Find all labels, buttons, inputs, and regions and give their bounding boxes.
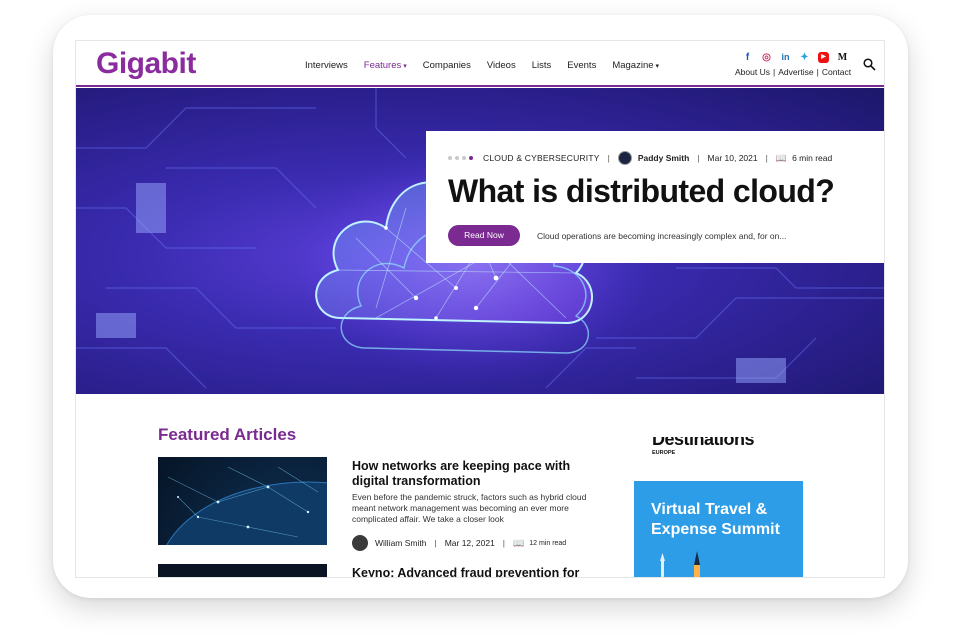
meta-separator: | [765, 153, 768, 163]
meta-separator: | [697, 153, 700, 163]
nav-features[interactable]: Features ▾ [364, 60, 407, 71]
twitter-icon[interactable]: ✦ [799, 52, 810, 63]
gigabit-logo[interactable]: Gigabit [96, 47, 196, 81]
hero-banner[interactable]: CLOUD & CYBERSECURITY | Paddy Smith | Ma… [76, 88, 884, 394]
category-label[interactable]: CLOUD & CYBERSECURITY [483, 153, 600, 163]
publish-date: Mar 12, 2021 [444, 538, 495, 548]
site-header: Gigabit Interviews Features ▾ Companies V… [76, 41, 884, 87]
advertise-link[interactable]: Advertise [778, 67, 813, 77]
featured-articles-heading: Featured Articles [158, 425, 297, 444]
nav-videos[interactable]: Videos [487, 60, 516, 71]
carousel-dots[interactable] [448, 156, 473, 160]
author-avatar [352, 535, 368, 551]
summit-ad-banner[interactable]: Virtual Travel & Expense Summit [634, 481, 803, 577]
article-description: Even before the pandemic struck, factors… [352, 492, 587, 524]
medium-icon[interactable]: M [837, 52, 848, 63]
about-us-link[interactable]: About Us [735, 67, 770, 77]
skyline-graphic [660, 551, 700, 577]
hero-title[interactable]: What is distributed cloud? [448, 173, 835, 210]
nav-magazine[interactable]: Magazine ▾ [612, 60, 659, 71]
utility-links: About Us | Advertise | Contact [735, 67, 852, 77]
caret-down-icon: ▾ [403, 63, 407, 70]
read-time: 6 min read [792, 153, 833, 163]
article-meta: William Smith | Mar 12, 2021 | 📖 12 min … [352, 535, 566, 551]
author-avatar [617, 151, 632, 165]
hero-excerpt: Cloud operations are becoming increasing… [537, 231, 787, 241]
ad-brand: Destinations [652, 437, 755, 449]
instagram-icon[interactable]: ◎ [761, 52, 772, 63]
contact-link[interactable]: Contact [822, 67, 851, 77]
author-name[interactable]: William Smith [375, 538, 426, 548]
read-now-button[interactable]: Read Now [448, 225, 520, 246]
caret-down-icon: ▾ [655, 63, 660, 70]
carousel-dot[interactable] [455, 156, 459, 160]
meta-separator: | [607, 153, 610, 163]
carousel-dot[interactable] [448, 156, 452, 160]
nav-interviews[interactable]: Interviews [305, 60, 348, 71]
youtube-icon[interactable]: ▶ [818, 52, 829, 63]
nav-lists[interactable]: Lists [532, 60, 552, 71]
article-thumbnail[interactable] [158, 564, 327, 577]
main-nav: Interviews Features ▾ Companies Videos Li… [305, 60, 675, 71]
article-title[interactable]: How networks are keeping pace with digit… [352, 459, 592, 489]
ad-region: EUROPE [652, 450, 676, 456]
linkedin-icon[interactable]: in [780, 52, 791, 63]
nav-events[interactable]: Events [567, 60, 596, 71]
facebook-icon[interactable]: f [742, 52, 753, 63]
carousel-dot[interactable] [462, 156, 466, 160]
meta-separator: | [434, 538, 437, 548]
social-links: f ◎ in ✦ ▶ M [742, 52, 848, 63]
destinations-ad-logo[interactable]: Destinations EUROPE [634, 437, 803, 467]
article-title[interactable]: Keyno: Advanced fraud prevention for [352, 566, 612, 577]
nav-companies[interactable]: Companies [423, 60, 471, 71]
publish-date: Mar 10, 2021 [707, 153, 758, 163]
author-name[interactable]: Paddy Smith [638, 153, 689, 163]
book-icon: 📖 [775, 152, 788, 163]
hero-meta: CLOUD & CYBERSECURITY | Paddy Smith | Ma… [448, 151, 832, 165]
browser-viewport: Gigabit Interviews Features ▾ Companies V… [75, 40, 885, 578]
search-icon[interactable] [863, 58, 876, 71]
carousel-dot-active[interactable] [469, 156, 473, 160]
hero-article-card: CLOUD & CYBERSECURITY | Paddy Smith | Ma… [426, 131, 884, 263]
book-icon: 📖 [513, 537, 525, 548]
earth-network-image [166, 466, 327, 545]
meta-separator: | [502, 538, 506, 548]
read-time: 12 min read [529, 539, 567, 547]
article-thumbnail[interactable] [158, 457, 327, 545]
